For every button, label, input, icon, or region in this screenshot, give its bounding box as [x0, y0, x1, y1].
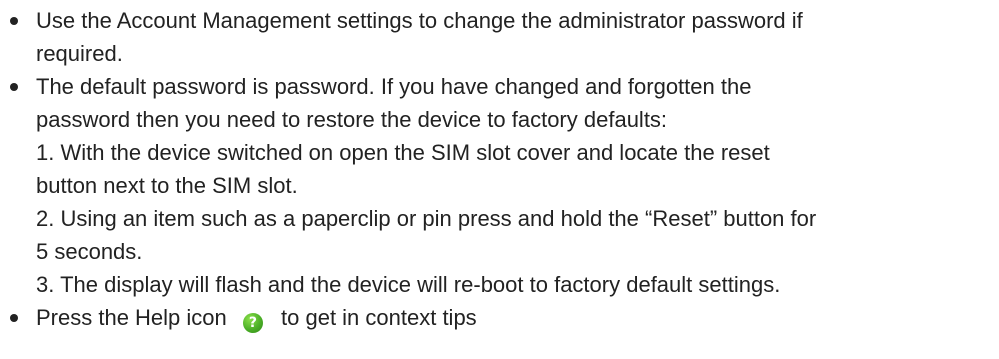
bullet-list: Use the Account Management settings to c… [0, 4, 999, 334]
help-text-after: to get in context tips [281, 305, 477, 330]
text-line: The default password is password. If you… [36, 74, 752, 99]
list-item-default-password: The default password is password. If you… [0, 70, 999, 301]
step-1-line: 1. With the device switched on open the … [36, 140, 770, 165]
bullet-dot [10, 314, 18, 322]
step-2-line: 5 seconds. [36, 239, 143, 264]
text-line: Use the Account Management settings to c… [36, 8, 803, 33]
bullet-dot [10, 17, 18, 25]
text-line: Press the Help icon ? to get in context … [36, 301, 999, 334]
help-icon: ? [242, 313, 263, 333]
list-item-help-icon: Press the Help icon ? to get in context … [0, 301, 999, 334]
list-item-account-management: Use the Account Management settings to c… [0, 4, 999, 70]
document-body: Use the Account Management settings to c… [0, 0, 999, 334]
step-3-line: 3. The display will flash and the device… [36, 272, 781, 297]
text-line: required. [36, 41, 123, 66]
bullet-dot [10, 83, 18, 91]
step-1-line: button next to the SIM slot. [36, 173, 298, 198]
help-text-before: Press the Help icon [36, 305, 227, 330]
step-2-line: 2. Using an item such as a paperclip or … [36, 206, 817, 231]
text-line: password then you need to restore the de… [36, 107, 668, 132]
